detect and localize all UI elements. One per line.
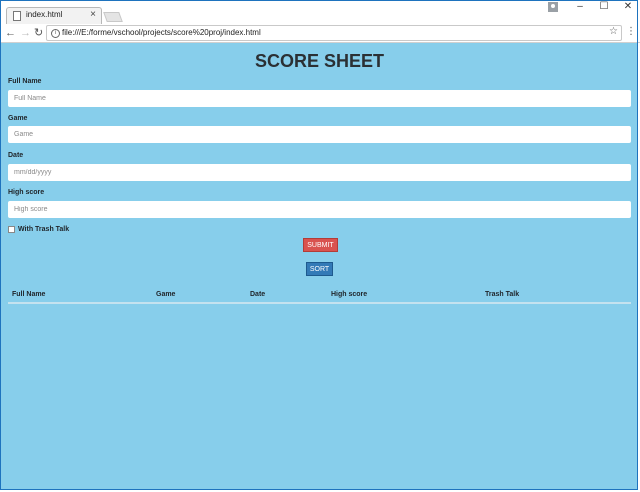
window-border <box>0 0 638 490</box>
